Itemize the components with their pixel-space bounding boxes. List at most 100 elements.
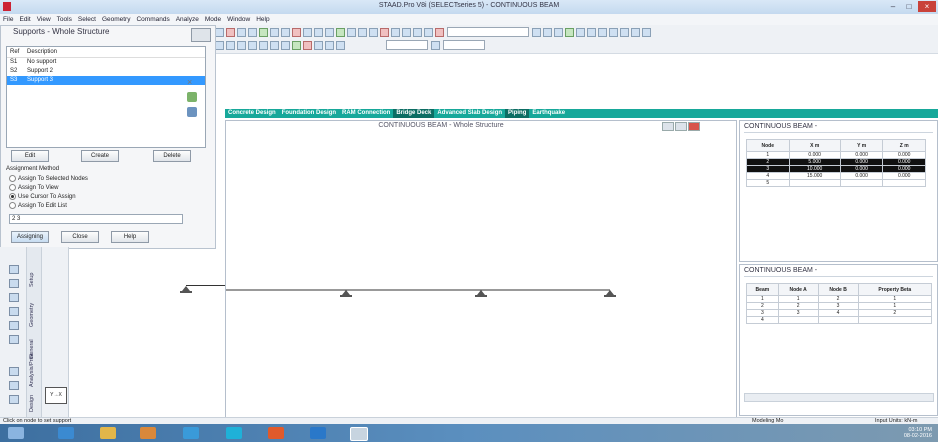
- toolbar-icon[interactable]: [336, 41, 345, 50]
- command-tab[interactable]: RAM Connection: [339, 109, 393, 118]
- command-tab[interactable]: Piping: [505, 109, 530, 118]
- table-row[interactable]: 2231: [746, 302, 933, 310]
- maximize-button[interactable]: □: [900, 1, 918, 12]
- assignment-method-radio[interactable]: Assign To Selected Nodes: [9, 175, 88, 183]
- toolbar-icon[interactable]: [325, 28, 334, 37]
- toolbar-icon[interactable]: [565, 28, 574, 37]
- toolbar-icon[interactable]: [281, 41, 290, 50]
- support-symbol[interactable]: [475, 290, 487, 297]
- table-cell[interactable]: 2: [817, 295, 859, 303]
- table-row[interactable]: 5: [746, 179, 926, 187]
- table-cell[interactable]: [777, 316, 819, 324]
- toolbar-icon[interactable]: [270, 28, 279, 37]
- table-cell[interactable]: 15.000: [788, 172, 841, 180]
- table-cell[interactable]: 3: [746, 309, 779, 317]
- table-cell[interactable]: 2: [857, 309, 933, 317]
- table-cell[interactable]: 0.000: [839, 165, 884, 173]
- toolbar-icon[interactable]: [259, 28, 268, 37]
- table-row[interactable]: 4 15.000 0.000 0.000: [746, 172, 926, 180]
- toolbar-icon[interactable]: [226, 41, 235, 50]
- assignment-method-radio[interactable]: Use Cursor To Assign: [9, 193, 76, 201]
- toolbar-icon[interactable]: [543, 28, 552, 37]
- column-header[interactable]: Node A: [777, 283, 819, 296]
- toolbar-icon[interactable]: [215, 28, 224, 37]
- toolbar-icon[interactable]: [413, 28, 422, 37]
- table-cell[interactable]: 2: [777, 302, 819, 310]
- toolbar-icon[interactable]: [380, 28, 389, 37]
- page-control-tab[interactable]: Design: [29, 395, 35, 412]
- toolbar-icon[interactable]: [248, 28, 257, 37]
- horizontal-scrollbar[interactable]: [744, 393, 934, 402]
- radio-button[interactable]: [9, 184, 16, 191]
- toolbar-icon[interactable]: [281, 28, 290, 37]
- menu-item[interactable]: Geometry: [99, 14, 134, 25]
- menu-item[interactable]: Commands: [133, 14, 172, 25]
- toolbar-icon[interactable]: [598, 28, 607, 37]
- word-app-icon[interactable]: [310, 427, 326, 439]
- table-cell[interactable]: 1: [777, 295, 819, 303]
- table-cell[interactable]: 0.000: [839, 172, 884, 180]
- start-button-icon[interactable]: [8, 427, 24, 439]
- table-cell[interactable]: 2: [746, 158, 790, 166]
- browser-icon[interactable]: [58, 427, 74, 439]
- sidebar-icon[interactable]: [9, 395, 19, 404]
- column-header[interactable]: Node B: [817, 283, 859, 296]
- help-button[interactable]: Help: [111, 231, 149, 243]
- menu-item[interactable]: Mode: [202, 14, 224, 25]
- table-cell[interactable]: [839, 179, 884, 187]
- toolbar-icon[interactable]: [314, 41, 323, 50]
- toolbar-icon[interactable]: [336, 28, 345, 37]
- table-row[interactable]: 1121: [746, 295, 933, 303]
- menu-item[interactable]: View: [34, 14, 54, 25]
- sidebar-icon[interactable]: [9, 335, 19, 344]
- toolbar-icon[interactable]: [325, 41, 334, 50]
- edit-list-input[interactable]: 2 3: [9, 214, 183, 224]
- assignment-method-radio[interactable]: Assign To View: [9, 184, 58, 192]
- support-list[interactable]: Ref Description S1 No support S2 Support 2S…: [6, 46, 206, 148]
- table-cell[interactable]: 2: [746, 302, 779, 310]
- beam-table[interactable]: Beam Node A Node B Property Beta 1 1 2 1 2 2 3 1 3 3 4…: [746, 283, 933, 324]
- support-symbol[interactable]: [180, 286, 192, 294]
- column-header[interactable]: Beam: [746, 283, 779, 296]
- support-list-item[interactable]: S3 Support 3: [7, 76, 205, 85]
- page-control-tab[interactable]: Analysis/Print: [29, 354, 35, 387]
- radio-button[interactable]: [9, 193, 16, 200]
- table-row[interactable]: 1 0.000 0.000 0.000: [746, 151, 926, 159]
- toolbar-icon[interactable]: [554, 28, 563, 37]
- assign-button[interactable]: Assigning: [11, 231, 49, 243]
- radio-button[interactable]: [9, 202, 16, 209]
- toolbar-icon[interactable]: [532, 28, 541, 37]
- support-list-item[interactable]: S1 No support: [7, 58, 205, 67]
- toolbar-icon[interactable]: [237, 28, 246, 37]
- delete-button[interactable]: Delete: [153, 150, 191, 162]
- toolbar-icon[interactable]: [226, 28, 235, 37]
- close-panel-button[interactable]: Close: [61, 231, 99, 243]
- toolbar-dropdown[interactable]: [447, 27, 529, 37]
- panel-pin-button[interactable]: [191, 28, 211, 42]
- command-tab[interactable]: Advanced Slab Design: [434, 109, 505, 118]
- menu-item[interactable]: Analyze: [173, 14, 202, 25]
- toolbar-icon[interactable]: [424, 28, 433, 37]
- create-button[interactable]: Create: [81, 150, 119, 162]
- command-tab[interactable]: Bridge Deck: [393, 109, 435, 118]
- toolbar-icon[interactable]: [237, 41, 246, 50]
- toolbar-icon[interactable]: [435, 28, 444, 37]
- store-icon[interactable]: [183, 427, 199, 439]
- support-symbol[interactable]: [604, 290, 616, 297]
- staad-app-icon[interactable]: [350, 427, 368, 441]
- table-cell[interactable]: 0.000: [882, 151, 926, 159]
- sidebar-icon[interactable]: [9, 321, 19, 330]
- media-player-icon[interactable]: [140, 427, 156, 439]
- toolbar-icon[interactable]: [587, 28, 596, 37]
- node-table[interactable]: Node X mY mZ m 1 0.000 0.000 0.000 2 5.000 0.000…: [746, 139, 926, 187]
- toolbar-icon[interactable]: [292, 28, 301, 37]
- page-control-tab[interactable]: Setup: [29, 273, 35, 287]
- column-header[interactable]: Z m: [882, 139, 926, 152]
- table-cell[interactable]: 1: [857, 295, 933, 303]
- column-header[interactable]: X m: [788, 139, 841, 152]
- table-cell[interactable]: 5: [746, 179, 790, 187]
- table-cell[interactable]: [882, 179, 926, 187]
- sidebar-icon[interactable]: [9, 307, 19, 316]
- table-cell[interactable]: [857, 316, 933, 324]
- table-cell[interactable]: 0.000: [882, 165, 926, 173]
